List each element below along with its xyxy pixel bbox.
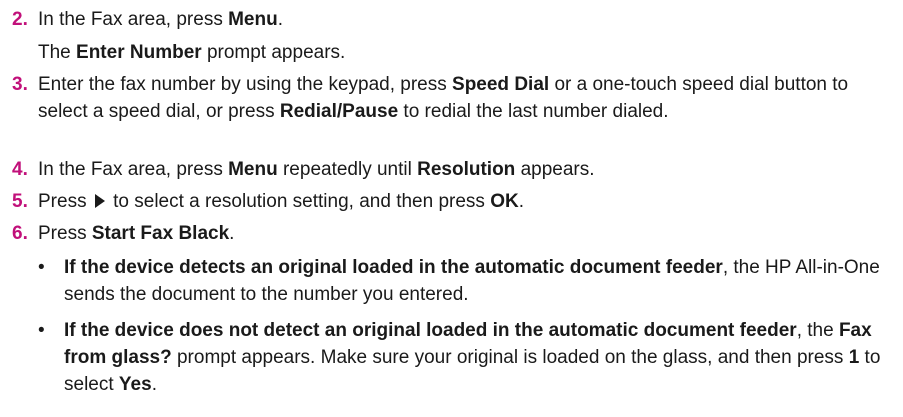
step-text: Press Start Fax Black. xyxy=(38,223,235,244)
step-text: Press to select a resolution setting, an… xyxy=(38,190,524,212)
redial-pause-label: Redial/Pause xyxy=(279,101,399,122)
step-3: 3. Enter the fax number by using the key… xyxy=(12,71,892,125)
bullet-text: If the device detects an original loaded… xyxy=(64,257,880,305)
bullet-item: • If the device detects an original load… xyxy=(38,254,898,308)
step-text: In the Fax area, press Menu. The Enter N… xyxy=(38,6,892,66)
step-6: 6. Press Start Fax Black. xyxy=(12,220,892,247)
step-line: In the Fax area, press Menu. xyxy=(38,9,283,30)
step-4: 4. In the Fax area, press Menu repeatedl… xyxy=(12,156,892,183)
resolution-label: Resolution xyxy=(417,159,516,180)
bullet-glyph: • xyxy=(38,257,45,278)
step-number: 5. xyxy=(12,191,28,212)
document-page: 2. In the Fax area, press Menu. The Ente… xyxy=(0,0,903,417)
bullet-text: If the device does not detect an origina… xyxy=(64,320,881,395)
ok-button-label: OK xyxy=(490,191,519,212)
speed-dial-label: Speed Dial xyxy=(452,74,550,95)
prompt-label: Enter Number xyxy=(76,42,202,63)
step-number: 2. xyxy=(12,9,28,30)
step-number: 4. xyxy=(12,159,28,180)
step-text: In the Fax area, press Menu repeatedly u… xyxy=(38,159,595,180)
right-arrow-icon xyxy=(94,190,106,208)
menu-button-label: Menu xyxy=(228,159,278,180)
bullet-item: • If the device does not detect an origi… xyxy=(38,317,898,398)
step-number: 3. xyxy=(12,74,28,95)
step-number: 6. xyxy=(12,223,28,244)
step-5: 5. Press to select a resolution setting,… xyxy=(12,188,892,215)
step-line: The Enter Number prompt appears. xyxy=(38,42,346,63)
step-2: 2. In the Fax area, press Menu. The Ente… xyxy=(12,6,892,66)
start-fax-black-label: Start Fax Black xyxy=(91,223,230,244)
bullet-glyph: • xyxy=(38,320,45,341)
step-text: Enter the fax number by using the keypad… xyxy=(38,74,849,122)
menu-button-label: Menu xyxy=(228,9,278,30)
